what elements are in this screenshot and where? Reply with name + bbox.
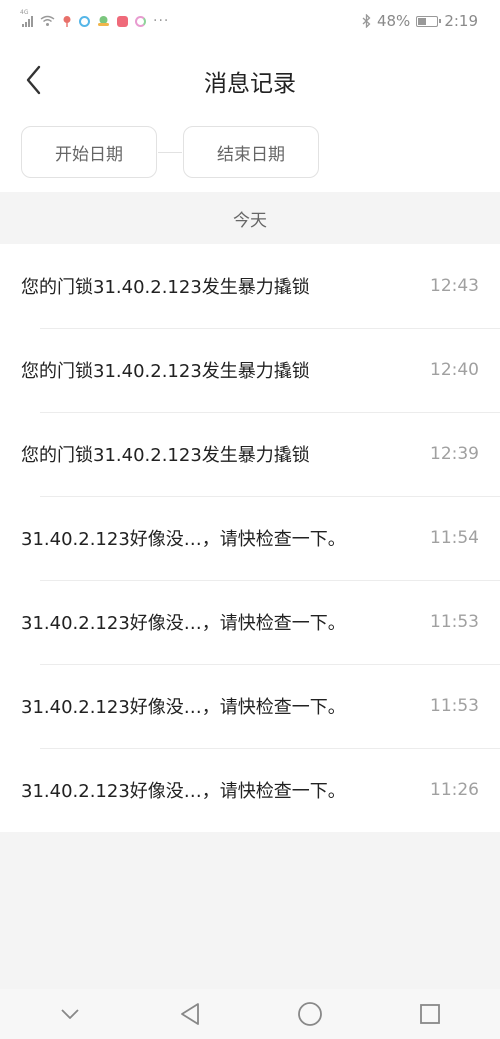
message-time: 12:40 <box>430 360 479 380</box>
message-text: 31.40.2.123好像没…，请快检查一下。 <box>21 697 346 718</box>
start-date-button[interactable]: 开始日期 <box>21 126 157 178</box>
message-time: 12:39 <box>430 444 479 464</box>
message-text: 您的门锁31.40.2.123发生暴力撬锁 <box>21 277 310 298</box>
more-notifications-icon: ··· <box>153 13 170 29</box>
clock: 2:19 <box>444 12 478 30</box>
page-title: 消息记录 <box>204 71 296 97</box>
message-text: 31.40.2.123好像没…，请快检查一下。 <box>21 781 346 802</box>
circle-home-icon <box>298 1002 322 1026</box>
signal-icon: 4G <box>20 9 33 27</box>
app-notification-icon <box>79 15 90 27</box>
date-range-connector <box>158 152 182 153</box>
nav-home-button[interactable] <box>290 994 330 1034</box>
list-item[interactable]: 31.40.2.123好像没…，请快检查一下。 11:53 <box>0 580 500 664</box>
battery-percent: 48% <box>376 12 411 30</box>
bluetooth-icon <box>362 14 371 28</box>
list-item[interactable]: 31.40.2.123好像没…，请快检查一下。 11:26 <box>0 748 500 832</box>
message-time: 11:53 <box>430 696 479 716</box>
section-header-today: 今天 <box>0 192 500 244</box>
list-item[interactable]: 您的门锁31.40.2.123发生暴力撬锁 12:43 <box>0 244 500 328</box>
message-time: 11:54 <box>430 528 479 548</box>
network-type: 4G <box>20 9 29 16</box>
date-filter: 开始日期 结束日期 <box>0 120 500 192</box>
end-date-button[interactable]: 结束日期 <box>183 126 319 178</box>
nav-collapse-button[interactable] <box>50 994 90 1034</box>
list-item[interactable]: 31.40.2.123好像没…，请快检查一下。 11:54 <box>0 496 500 580</box>
system-nav-bar <box>0 989 500 1039</box>
message-time: 11:26 <box>430 780 479 800</box>
app-calendar-icon <box>117 15 128 27</box>
list-item[interactable]: 31.40.2.123好像没…，请快检查一下。 11:53 <box>0 664 500 748</box>
location-pin-icon <box>63 15 71 27</box>
status-left-icons: 4G ··· <box>20 9 170 29</box>
list-item[interactable]: 您的门锁31.40.2.123发生暴力撬锁 12:40 <box>0 328 500 412</box>
chevron-down-icon <box>61 1009 79 1019</box>
app-cloud-icon <box>98 16 109 26</box>
message-time: 11:53 <box>430 612 479 632</box>
message-text: 31.40.2.123好像没…，请快检查一下。 <box>21 529 346 550</box>
nav-back-button[interactable] <box>170 994 210 1034</box>
message-text: 31.40.2.123好像没…，请快检查一下。 <box>21 613 346 634</box>
message-list: 您的门锁31.40.2.123发生暴力撬锁 12:43 您的门锁31.40.2.… <box>0 244 500 832</box>
status-right: 48% 2:19 <box>362 12 478 30</box>
list-item[interactable]: 您的门锁31.40.2.123发生暴力撬锁 12:39 <box>0 412 500 496</box>
message-time: 12:43 <box>430 276 479 296</box>
nav-recents-button[interactable] <box>410 994 450 1034</box>
message-text: 您的门锁31.40.2.123发生暴力撬锁 <box>21 445 310 466</box>
app-color-ring-icon <box>135 15 146 27</box>
triangle-back-icon <box>181 1003 199 1025</box>
message-text: 您的门锁31.40.2.123发生暴力撬锁 <box>21 361 310 382</box>
square-recents-icon <box>420 1004 440 1024</box>
wifi-icon <box>40 15 55 26</box>
battery-icon <box>416 15 442 27</box>
app-header: 消息记录 <box>0 42 500 120</box>
status-bar: 4G ··· 48% 2:19 <box>0 0 500 42</box>
